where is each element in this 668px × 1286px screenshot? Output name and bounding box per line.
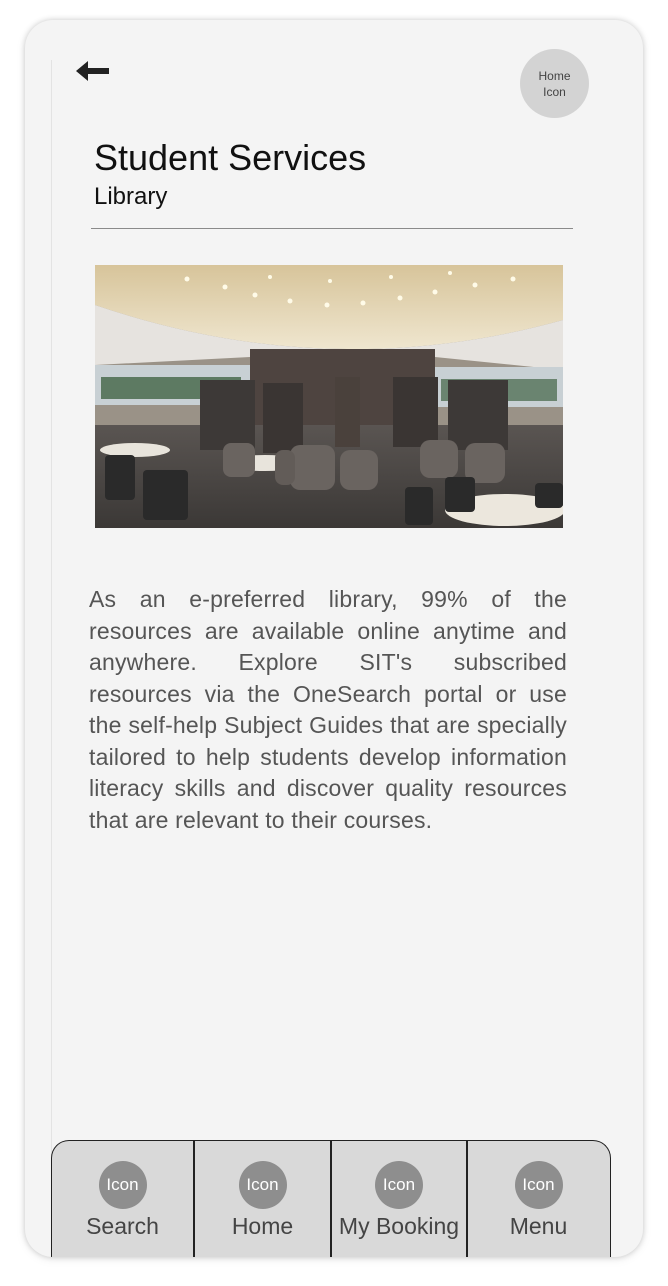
nav-label-my-booking: My Booking bbox=[338, 1213, 460, 1239]
nav-item-my-booking[interactable]: Icon My Booking bbox=[330, 1141, 466, 1257]
nav-item-search[interactable]: Icon Search bbox=[52, 1141, 193, 1257]
home-icon: Icon bbox=[238, 1161, 287, 1209]
nav-label-home: Home bbox=[231, 1213, 294, 1239]
search-icon: Icon bbox=[98, 1161, 147, 1209]
home-icon-label: Home Icon bbox=[538, 68, 571, 99]
page-subtitle: Library bbox=[94, 183, 168, 210]
back-button[interactable] bbox=[73, 56, 113, 86]
header-divider bbox=[91, 228, 573, 229]
home-icon-button[interactable]: Home Icon bbox=[520, 49, 589, 118]
nav-item-home[interactable]: Icon Home bbox=[193, 1141, 330, 1257]
menu-icon: Icon bbox=[514, 1161, 563, 1209]
page-title: Student Services bbox=[94, 137, 367, 178]
bottom-nav: Icon Search Icon Home Icon My Booking Ic… bbox=[51, 1140, 611, 1257]
booking-icon: Icon bbox=[375, 1161, 423, 1209]
nav-item-menu[interactable]: Icon Menu bbox=[466, 1141, 609, 1257]
arrow-left-icon bbox=[76, 61, 109, 81]
phone-screen: Home Icon Student Services Library As an… bbox=[25, 20, 643, 1257]
library-description: As an e-preferred library, 99% of the re… bbox=[89, 586, 567, 833]
edge-line bbox=[51, 60, 52, 1160]
nav-label-search: Search bbox=[86, 1213, 159, 1239]
library-photo bbox=[95, 265, 563, 528]
nav-label-menu: Menu bbox=[509, 1213, 568, 1239]
